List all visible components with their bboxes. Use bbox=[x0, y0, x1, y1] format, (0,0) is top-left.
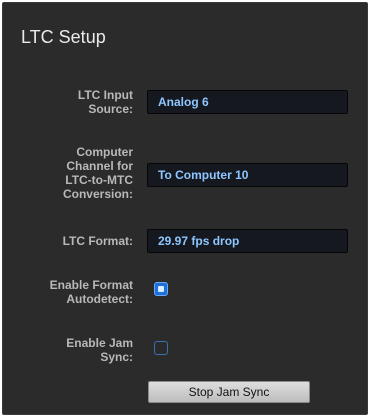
ltc-setup-panel: LTC Setup LTC Input Source: Analog 6 Com… bbox=[2, 2, 368, 415]
ltc-input-source-select[interactable]: Analog 6 bbox=[147, 90, 348, 114]
computer-channel-label: Computer Channel for LTC-to-MTC Conversi… bbox=[63, 145, 133, 201]
computer-channel-label-line3: LTC-to-MTC bbox=[65, 173, 133, 187]
computer-channel-select[interactable]: To Computer 10 bbox=[147, 163, 348, 187]
panel-title: LTC Setup bbox=[21, 27, 106, 47]
enable-jam-sync-label-line1: Enable Jam bbox=[66, 336, 133, 350]
enable-jam-sync-checkbox[interactable] bbox=[154, 341, 168, 355]
enable-format-autodetect-label-line2: Autodetect: bbox=[66, 292, 133, 306]
enable-format-autodetect-checkbox[interactable] bbox=[154, 282, 168, 296]
computer-channel-label-line4: Conversion: bbox=[62, 187, 133, 201]
computer-channel-label-line1: Computer bbox=[76, 145, 133, 159]
ltc-input-source-label: LTC Input Source: bbox=[78, 88, 133, 116]
ltc-format-label: LTC Format: bbox=[62, 234, 133, 248]
ltc-format-select[interactable]: 29.97 fps drop bbox=[147, 229, 348, 253]
enable-jam-sync-label: Enable Jam Sync: bbox=[66, 336, 133, 364]
checkbox-checked-mark bbox=[158, 286, 164, 292]
enable-format-autodetect-label-line1: Enable Format bbox=[49, 278, 133, 292]
ltc-input-source-label-line1: LTC Input bbox=[77, 88, 133, 102]
ltc-input-source-label-line2: Source: bbox=[88, 102, 133, 116]
enable-format-autodetect-label: Enable Format Autodetect: bbox=[50, 278, 133, 306]
enable-jam-sync-label-line2: Sync: bbox=[100, 350, 133, 364]
stop-jam-sync-button[interactable]: Stop Jam Sync bbox=[148, 381, 310, 403]
computer-channel-label-line2: Channel for bbox=[66, 159, 133, 173]
